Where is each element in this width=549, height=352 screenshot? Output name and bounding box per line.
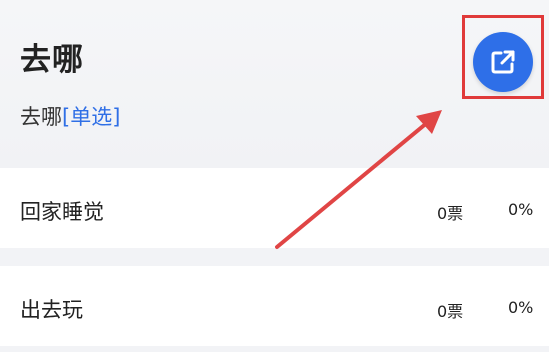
poll-option-label: 回家睡觉 bbox=[20, 200, 104, 224]
poll-option-percent: 0% bbox=[508, 200, 534, 219]
poll-subtitle: 去哪[单选] bbox=[20, 101, 120, 131]
poll-type-tag: [单选] bbox=[62, 105, 121, 129]
poll-header: 去哪 去哪[单选] bbox=[0, 0, 549, 168]
poll-option-row[interactable]: 出去玩 0票 0% bbox=[0, 266, 549, 346]
poll-title: 去哪 bbox=[20, 42, 84, 78]
share-button[interactable] bbox=[473, 32, 533, 92]
poll-option-votes: 0票 bbox=[437, 204, 464, 223]
poll-subtitle-text: 去哪 bbox=[20, 105, 62, 129]
poll-option-row[interactable]: 回家睡觉 0票 0% bbox=[0, 168, 549, 248]
poll-option-label: 出去玩 bbox=[20, 298, 83, 322]
poll-option-percent: 0% bbox=[508, 298, 534, 317]
external-link-icon bbox=[491, 50, 515, 74]
poll-page: 去哪 去哪[单选] 回家睡觉 0票 0% 出去玩 0票 0% bbox=[0, 0, 549, 352]
poll-option-votes: 0票 bbox=[437, 302, 464, 321]
